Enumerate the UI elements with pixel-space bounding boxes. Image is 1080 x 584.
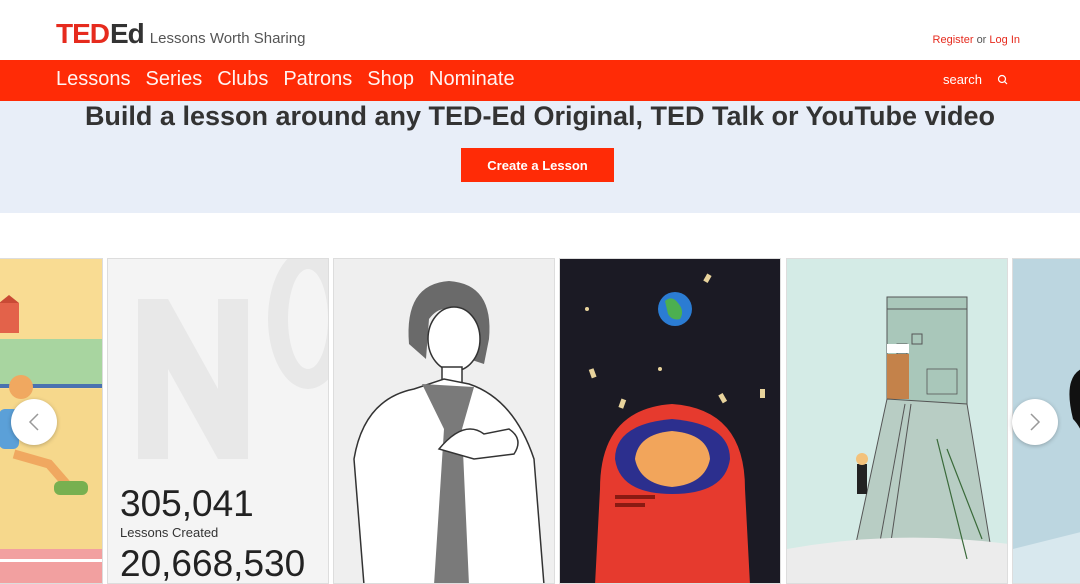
nav-item-lessons[interactable]: Lessons bbox=[56, 68, 131, 91]
carousel-prev-button[interactable] bbox=[11, 399, 57, 445]
chevron-right-icon bbox=[1030, 413, 1041, 431]
ted-ed-logo[interactable]: TED Ed Lessons Worth Sharing bbox=[56, 18, 305, 50]
nav-item-shop[interactable]: Shop bbox=[367, 68, 414, 91]
auth-links: Register or Log In bbox=[933, 34, 1020, 46]
logo-ted-text: TED bbox=[56, 18, 110, 49]
logo-tagline: Lessons Worth Sharing bbox=[149, 30, 306, 47]
astronaut-illustration bbox=[560, 259, 780, 583]
carousel-card-stats: 305,041 Lessons Created 20,668,530 bbox=[107, 258, 329, 584]
carousel-next-button[interactable] bbox=[1012, 399, 1058, 445]
chevron-left-icon bbox=[28, 413, 39, 431]
lessons-created-label: Lessons Created bbox=[120, 525, 219, 540]
castle-illustration bbox=[787, 259, 1007, 583]
nav-item-series[interactable]: Series bbox=[146, 68, 203, 91]
logo-ed-text: Ed bbox=[110, 18, 145, 49]
lesson-carousel: 305,041 Lessons Created 20,668,530 bbox=[0, 258, 1080, 584]
second-stat-count: 20,668,530 bbox=[120, 543, 306, 584]
search-icon[interactable] bbox=[996, 73, 1010, 87]
auth-or: or bbox=[976, 34, 987, 46]
site-header: TED Ed Lessons Worth Sharing Register or… bbox=[0, 0, 1080, 60]
nav-item-clubs[interactable]: Clubs bbox=[217, 68, 268, 91]
scientist-illustration bbox=[334, 259, 554, 583]
create-lesson-banner: Build a lesson around any TED-Ed Origina… bbox=[0, 101, 1080, 213]
carousel-card-castle[interactable] bbox=[786, 258, 1008, 584]
search-link[interactable]: search bbox=[943, 72, 982, 87]
register-link[interactable]: Register bbox=[933, 34, 974, 46]
lessons-created-count: 305,041 bbox=[120, 483, 254, 524]
nav-item-nominate[interactable]: Nominate bbox=[429, 68, 515, 91]
login-link[interactable]: Log In bbox=[989, 34, 1020, 46]
nav-item-patrons[interactable]: Patrons bbox=[283, 68, 352, 91]
carousel-card-scientist[interactable] bbox=[333, 258, 555, 584]
nav-items: Lessons Series Clubs Patrons Shop Nomina… bbox=[56, 68, 515, 91]
create-lesson-button[interactable]: Create a Lesson bbox=[461, 148, 614, 182]
carousel-card-astronaut[interactable] bbox=[559, 258, 781, 584]
main-nav: Lessons Series Clubs Patrons Shop Nomina… bbox=[0, 60, 1080, 101]
banner-title: Build a lesson around any TED-Ed Origina… bbox=[84, 101, 996, 131]
